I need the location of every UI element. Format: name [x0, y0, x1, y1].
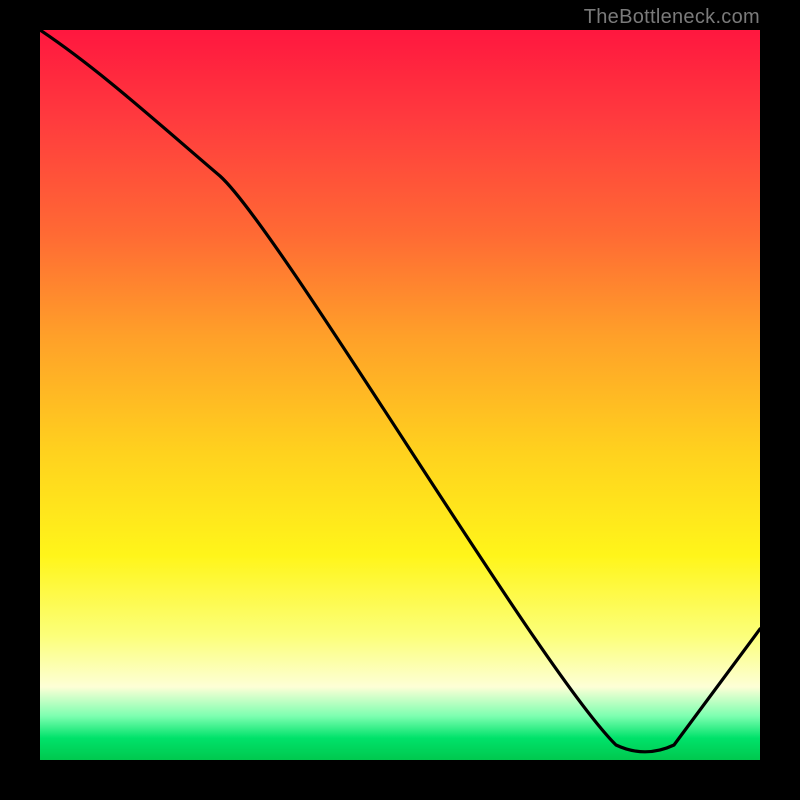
- watermark-text: TheBottleneck.com: [584, 6, 760, 29]
- plot-area: [40, 30, 760, 760]
- bottleneck-curve: [40, 30, 760, 760]
- chart-frame: TheBottleneck.com: [0, 0, 800, 800]
